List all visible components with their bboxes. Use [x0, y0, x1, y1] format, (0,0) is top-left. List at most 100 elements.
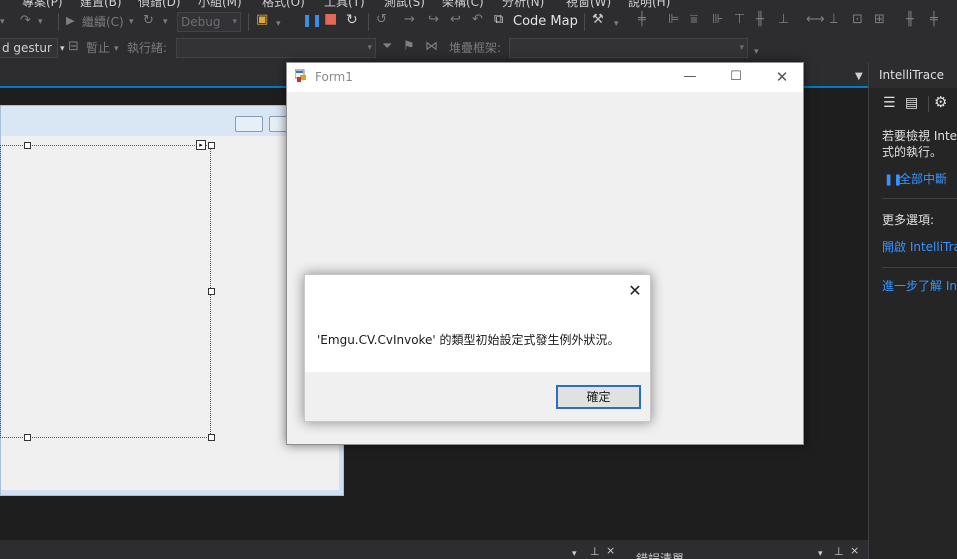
tools-icon[interactable]: ⚒ — [592, 12, 604, 28]
menu-item-project[interactable]: 專案(P) — [22, 0, 63, 8]
tab-list-dropdown-icon[interactable]: ▼ — [855, 69, 863, 85]
open-intellitrace-link[interactable]: 開啟 IntelliTra — [882, 240, 957, 255]
step-back-icon[interactable]: ↶ — [472, 12, 483, 28]
separator — [248, 13, 249, 31]
same-width-icon[interactable]: ⟷ — [806, 12, 825, 28]
break-all-link[interactable]: 全部中斷 — [899, 172, 947, 187]
menu-item-team[interactable]: 小組(M) — [198, 0, 242, 8]
dialog-close-button[interactable]: ✕ — [621, 279, 649, 303]
dialog-footer: 確定 — [305, 372, 650, 421]
maximize-button[interactable]: ☐ — [713, 63, 759, 92]
tools-dropdown-icon[interactable]: ▾ — [614, 16, 619, 32]
minimize-icon: — — [683, 69, 697, 84]
menu-item-analyze[interactable]: 分析(N) — [502, 0, 544, 8]
close-button[interactable]: ✕ — [759, 63, 805, 92]
panel-close-icon[interactable]: × — [606, 543, 615, 559]
list-view-icon[interactable]: ☰ — [883, 95, 896, 111]
intellitrace-title: IntelliTrace — [879, 68, 945, 82]
solution-config-combo[interactable]: Debug ▾ — [177, 12, 241, 32]
separator — [368, 13, 369, 31]
attach-process-icon[interactable]: ▣ — [256, 12, 268, 28]
filter-icon[interactable]: ⏷ — [382, 39, 392, 55]
separator — [58, 13, 59, 31]
ok-button[interactable]: 確定 — [556, 385, 641, 409]
resize-handle[interactable] — [208, 434, 215, 441]
stackframe-combo[interactable]: ▾ — [509, 38, 748, 58]
restart-icon[interactable]: ↻ — [346, 12, 358, 28]
menu-item-build[interactable]: 建置(B) — [80, 0, 122, 8]
stop-icon[interactable]: ■ — [324, 11, 337, 27]
intellitrace-info-line1: 若要檢視 Intel — [882, 129, 957, 143]
resize-handle[interactable] — [24, 434, 31, 441]
menu-item-window[interactable]: 視窗(W) — [566, 0, 611, 8]
bottom-panel-strip: ▾ ⊥ × 錯誤清單 ▾ ⊥ × — [0, 540, 868, 559]
selected-control-outline[interactable] — [0, 145, 211, 438]
align-middle-icon[interactable]: ╫ — [756, 12, 764, 28]
suspend-dropdown-icon[interactable]: ▾ — [114, 41, 119, 57]
process-combo[interactable]: d gestur — [0, 38, 58, 58]
message-box-dialog[interactable]: ✕ 'Emgu.CV.CvInvoke' 的類型初始設定式發生例外狀況。 確定 — [304, 274, 651, 422]
continue-dropdown-icon[interactable]: ▾ — [129, 14, 134, 30]
continue-icon[interactable]: ▶ — [66, 13, 74, 29]
menu-item-tools[interactable]: 工具(T) — [324, 0, 365, 8]
intellitrace-panel: IntelliTrace ☰ ▤ ⚙ 若要檢視 Intel 式的執行。 ❚❚ 全… — [868, 62, 957, 559]
pause-icon[interactable]: ❚❚ — [302, 12, 322, 28]
menu-item-test[interactable]: 測試(S) — [384, 0, 425, 8]
size-to-grid-icon[interactable]: ⊞ — [874, 12, 885, 28]
align-bottom-icon[interactable]: ⊥ — [778, 12, 789, 28]
redo-dropdown-icon[interactable]: ▾ — [38, 14, 43, 30]
resize-handle[interactable] — [24, 142, 31, 149]
step-out-icon[interactable]: ↩ — [450, 12, 461, 28]
thread-combo[interactable]: ▾ — [176, 38, 376, 58]
continue-button[interactable]: 繼續(C) — [82, 15, 124, 29]
horizontal-spacing-icon[interactable]: ╫ — [906, 12, 914, 28]
refresh-icon[interactable]: ↻ — [143, 13, 154, 29]
divider — [882, 267, 957, 268]
flag-thread-icon[interactable]: ⚑ — [403, 39, 415, 55]
menu-item-debug[interactable]: 偵錯(D) — [138, 0, 181, 8]
resize-handle[interactable] — [208, 142, 215, 149]
align-left-icon[interactable]: ⊫ — [668, 12, 679, 28]
step-over-icon[interactable]: ↪ — [428, 12, 439, 28]
align-top-icon[interactable]: ⊤ — [734, 12, 745, 28]
chevron-down-icon: ▾ — [367, 43, 372, 53]
pin-icon[interactable]: ⊥ — [834, 544, 844, 559]
panel-dropdown-icon[interactable]: ▾ — [818, 546, 823, 559]
menu-item-architecture[interactable]: 架構(C) — [442, 0, 484, 8]
align-right-icon[interactable]: ⊪ — [712, 12, 723, 28]
events-view-icon[interactable]: ▤ — [905, 95, 918, 111]
same-size-icon[interactable]: ⊡ — [852, 12, 863, 28]
learn-more-link[interactable]: 進一步了解 In — [882, 279, 957, 294]
vertical-spacing-icon[interactable]: ╪ — [930, 12, 938, 28]
step-into-icon[interactable]: → — [404, 12, 415, 28]
minimize-button[interactable]: — — [667, 63, 713, 92]
panel-dropdown-icon[interactable]: ▾ — [572, 546, 577, 559]
menu-item-format[interactable]: 格式(O) — [262, 0, 305, 8]
settings-gear-icon[interactable]: ⚙ — [934, 94, 947, 110]
suspend-icon[interactable]: ⊟ — [68, 39, 79, 55]
smart-tag-icon[interactable]: ▸ — [196, 140, 206, 150]
menu-item-help[interactable]: 說明(H) — [628, 0, 670, 8]
flag-all-icon[interactable]: ⋈ — [425, 39, 438, 55]
error-list-tab[interactable]: 錯誤清單 — [636, 550, 684, 559]
same-height-icon[interactable]: ⟘ — [830, 12, 838, 28]
code-map-icon[interactable]: ⧉ — [494, 12, 503, 28]
resize-handle[interactable] — [208, 288, 215, 295]
pin-icon[interactable]: ⊥ — [590, 544, 600, 559]
chevron-down-icon: ▾ — [739, 43, 744, 53]
suspend-label[interactable]: 暫止 — [86, 41, 110, 55]
process-combo-value: d gestur — [2, 41, 52, 55]
panel-close-icon[interactable]: × — [850, 543, 859, 559]
form-app-icon — [294, 69, 309, 83]
form1-titlebar[interactable]: Form1 — ☐ ✕ — [287, 63, 803, 92]
code-map-button[interactable]: Code Map — [513, 15, 578, 29]
align-grid-icon[interactable]: ╪ — [638, 12, 646, 28]
toolbar-overflow-icon[interactable]: ▾ — [754, 44, 759, 60]
dropdown-arrow-icon[interactable]: ▾ — [0, 14, 5, 30]
attach-dropdown-icon[interactable]: ▾ — [276, 16, 281, 32]
refresh-dropdown-icon[interactable]: ▾ — [163, 14, 168, 30]
align-center-icon[interactable]: ⩸ — [690, 12, 698, 28]
process-dropdown-icon[interactable]: ▾ — [60, 41, 65, 57]
show-next-statement-icon[interactable]: ↺ — [376, 12, 387, 28]
redo-icon[interactable]: ↷ — [20, 13, 31, 29]
